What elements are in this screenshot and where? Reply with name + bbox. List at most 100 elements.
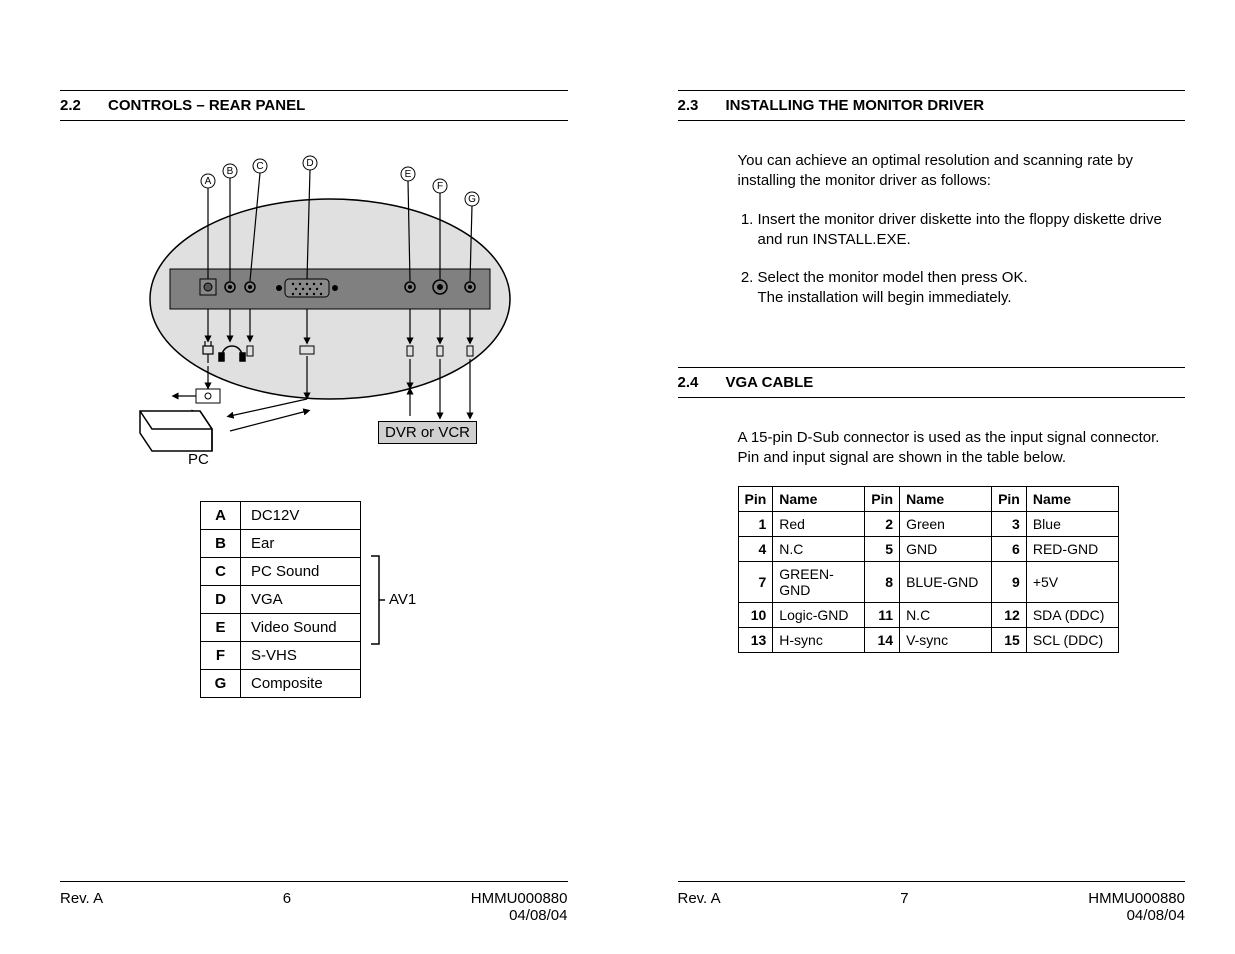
section-2-2-header: 2.2 CONTROLS – REAR PANEL	[60, 90, 568, 121]
footer-date: 04/08/04	[1127, 907, 1185, 924]
dvr-label: DVR or VCR	[378, 421, 477, 444]
section-2-4-body: A 15-pin D-Sub connector is used as the …	[738, 418, 1186, 654]
legend-row: FS-VHS	[201, 642, 361, 670]
svg-text:G: G	[468, 194, 476, 205]
section-2-3-body: You can achieve an optimal resolution an…	[738, 141, 1186, 327]
pin-name: +5V	[1026, 562, 1118, 603]
pin-number: 5	[865, 537, 900, 562]
pin-row: 7GREEN-GND8BLUE-GND9+5V	[738, 562, 1118, 603]
legend-row: ADC12V	[201, 502, 361, 530]
legend-row: DVGA	[201, 586, 361, 614]
legend-row: GComposite	[201, 670, 361, 698]
section-title: CONTROLS – REAR PANEL	[108, 97, 568, 114]
page-right: 2.3 INSTALLING THE MONITOR DRIVER You ca…	[618, 0, 1235, 954]
install-steps: Insert the monitor driver diskette into …	[738, 210, 1186, 309]
pin-number: 10	[738, 603, 773, 628]
pin-number: 2	[865, 512, 900, 537]
pin-name: BLUE-GND	[900, 562, 992, 603]
pin-name: Blue	[1026, 512, 1118, 537]
footer-doc: HMMU000880	[471, 890, 568, 907]
legend-table: ADC12VBEarCPC SoundDVGAEVideo SoundFS-VH…	[200, 501, 361, 698]
intro-paragraph: You can achieve an optimal resolution an…	[738, 151, 1186, 192]
svg-text:B: B	[227, 166, 234, 177]
pin-row: 1Red2Green3Blue	[738, 512, 1118, 537]
pin-name: SCL (DDC)	[1026, 628, 1118, 653]
legend-key: G	[201, 670, 241, 698]
name-header: Name	[900, 487, 992, 512]
pin-name: V-sync	[900, 628, 992, 653]
section-2-3-header: 2.3 INSTALLING THE MONITOR DRIVER	[678, 90, 1186, 121]
pin-number: 1	[738, 512, 773, 537]
pin-header: Pin	[738, 487, 773, 512]
legend-key: C	[201, 558, 241, 586]
av1-label: AV1	[389, 591, 416, 608]
pin-header: Pin	[865, 487, 900, 512]
rear-panel-diagram: A B C D E F G	[100, 141, 520, 471]
section-number: 2.4	[678, 374, 726, 391]
pin-name: GREEN-GND	[773, 562, 865, 603]
legend-value: VGA	[241, 586, 361, 614]
legend-value: PC Sound	[241, 558, 361, 586]
pin-number: 7	[738, 562, 773, 603]
footer-page: 6	[283, 890, 291, 924]
page-footer-right: Rev. A 7 HMMU000880 04/08/04	[678, 881, 1186, 924]
vga-pin-table: PinNamePinNamePinName 1Red2Green3Blue4N.…	[738, 486, 1119, 653]
svg-text:F: F	[437, 181, 443, 192]
svg-text:D: D	[306, 158, 313, 169]
legend-value: Ear	[241, 530, 361, 558]
section-title: INSTALLING THE MONITOR DRIVER	[726, 97, 1186, 114]
pin-number: 3	[992, 512, 1027, 537]
pin-number: 15	[992, 628, 1027, 653]
pin-name: Green	[900, 512, 992, 537]
footer-page: 7	[900, 890, 908, 924]
legend-value: S-VHS	[241, 642, 361, 670]
section-number: 2.3	[678, 97, 726, 114]
pc-label: PC	[188, 451, 209, 468]
legend-key: F	[201, 642, 241, 670]
svg-text:A: A	[205, 176, 212, 187]
pin-name: RED-GND	[1026, 537, 1118, 562]
pin-number: 11	[865, 603, 900, 628]
legend-value: Video Sound	[241, 614, 361, 642]
svg-text:C: C	[256, 161, 263, 172]
pin-number: 8	[865, 562, 900, 603]
legend-table-wrap: ADC12VBEarCPC SoundDVGAEVideo SoundFS-VH…	[200, 501, 568, 698]
page-footer-left: Rev. A 6 HMMU000880 04/08/04	[60, 881, 568, 924]
footer-doc: HMMU000880	[1088, 890, 1185, 907]
legend-row: BEar	[201, 530, 361, 558]
section-title: VGA CABLE	[726, 374, 1186, 391]
pin-number: 12	[992, 603, 1027, 628]
pin-number: 4	[738, 537, 773, 562]
pin-name: H-sync	[773, 628, 865, 653]
name-header: Name	[773, 487, 865, 512]
pin-name: SDA (DDC)	[1026, 603, 1118, 628]
vga-intro: A 15-pin D-Sub connector is used as the …	[738, 428, 1186, 469]
pin-number: 6	[992, 537, 1027, 562]
section-2-4-header: 2.4 VGA CABLE	[678, 367, 1186, 398]
legend-key: B	[201, 530, 241, 558]
step-item: Insert the monitor driver diskette into …	[758, 210, 1186, 251]
pin-row: 13H-sync14V-sync15SCL (DDC)	[738, 628, 1118, 653]
legend-row: CPC Sound	[201, 558, 361, 586]
pin-number: 13	[738, 628, 773, 653]
name-header: Name	[1026, 487, 1118, 512]
svg-text:E: E	[405, 169, 412, 180]
pin-name: N.C	[900, 603, 992, 628]
pin-row: 4N.C5GND6RED-GND	[738, 537, 1118, 562]
pc-icon	[140, 411, 212, 451]
pin-header: Pin	[992, 487, 1027, 512]
footer-date: 04/08/04	[509, 907, 567, 924]
pin-name: GND	[900, 537, 992, 562]
pin-name: Red	[773, 512, 865, 537]
page-left: 2.2 CONTROLS – REAR PANEL	[0, 0, 618, 954]
pin-name: N.C	[773, 537, 865, 562]
step-item: Select the monitor model then press OK.T…	[758, 268, 1186, 309]
pin-name: Logic-GND	[773, 603, 865, 628]
pin-number: 14	[865, 628, 900, 653]
legend-key: E	[201, 614, 241, 642]
pin-number: 9	[992, 562, 1027, 603]
legend-value: Composite	[241, 670, 361, 698]
legend-value: DC12V	[241, 502, 361, 530]
footer-rev: Rev. A	[60, 890, 103, 924]
legend-key: A	[201, 502, 241, 530]
